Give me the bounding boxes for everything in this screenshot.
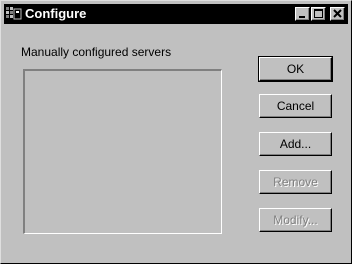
add-button[interactable]: Add... <box>259 132 332 156</box>
servers-label: Manually configured servers <box>21 45 172 59</box>
ok-button[interactable]: OK <box>258 56 333 82</box>
remove-button[interactable]: Remove <box>259 170 332 194</box>
server-list[interactable] <box>23 69 222 234</box>
window-title: Configure <box>25 6 87 21</box>
close-icon <box>333 9 342 18</box>
configure-dialog: Configure Manually configured servers OK… <box>0 0 352 264</box>
close-button[interactable] <box>330 7 345 21</box>
minimize-icon <box>299 16 305 18</box>
minimize-button[interactable] <box>295 7 310 21</box>
maximize-button[interactable] <box>311 7 326 21</box>
window-app-icon[interactable] <box>6 7 22 21</box>
cancel-button[interactable]: Cancel <box>259 94 332 118</box>
maximize-icon <box>314 9 323 18</box>
modify-button[interactable]: Modify... <box>259 208 332 232</box>
title-bar[interactable]: Configure <box>4 4 348 24</box>
